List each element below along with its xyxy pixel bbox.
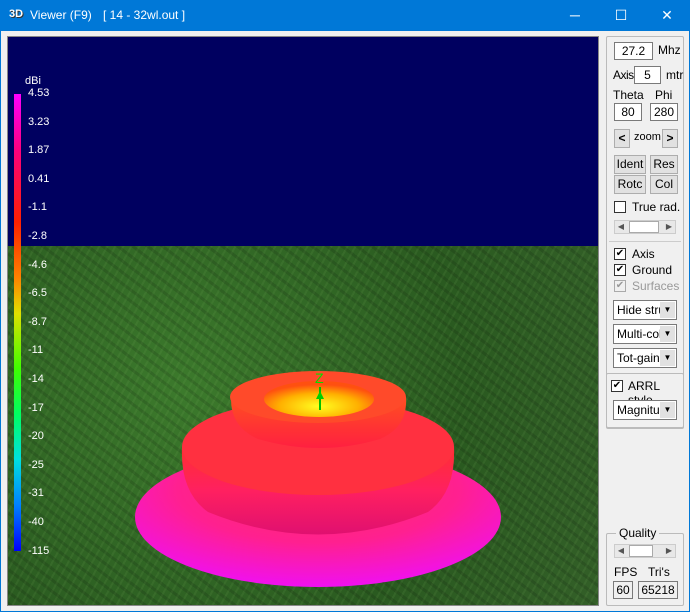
zoom-out-button[interactable]: < bbox=[614, 129, 630, 148]
axis-length-label: Axis bbox=[613, 68, 634, 82]
res-button[interactable]: Res bbox=[650, 155, 678, 174]
tris-value: 65218 bbox=[638, 581, 678, 599]
true-rad-checkbox[interactable] bbox=[614, 201, 626, 213]
title-bar: 3D Viewer (F9) [ 14 - 32wl.out ] ─ ☐ ✕ bbox=[0, 0, 690, 31]
scroll-right-icon[interactable]: ▶ bbox=[663, 221, 675, 233]
dropdown-arrow-icon: ▼ bbox=[660, 326, 675, 342]
surfaces-checkbox: ✔ bbox=[614, 280, 626, 292]
col-button[interactable]: Col bbox=[650, 175, 678, 194]
maximize-button[interactable]: ☐ bbox=[598, 0, 644, 31]
theta-label: Theta bbox=[613, 88, 644, 102]
theta-input[interactable]: 80 bbox=[614, 103, 642, 121]
tris-label: Tri's bbox=[648, 565, 670, 579]
rotc-button[interactable]: Rotc bbox=[614, 175, 646, 194]
dropdown-arrow-icon: ▼ bbox=[660, 402, 675, 418]
ground-checkbox[interactable]: ✔ bbox=[614, 264, 626, 276]
true-rad-label: True rad. bbox=[632, 200, 681, 214]
ground-checkbox-label: Ground bbox=[632, 263, 673, 277]
structure-select[interactable]: Hide struc ▼ bbox=[613, 300, 677, 320]
app-3d-icon: 3D bbox=[9, 8, 24, 20]
slider-thumb[interactable] bbox=[629, 545, 653, 557]
zoom-label: zoom bbox=[634, 131, 661, 143]
file-name: [ 14 - 32wl.out ] bbox=[103, 8, 186, 22]
quality-slider[interactable]: ◀ ▶ bbox=[614, 544, 676, 558]
surfaces-checkbox-label: Surfaces bbox=[632, 279, 680, 293]
axis-length-input[interactable]: 5 bbox=[634, 66, 661, 84]
divider bbox=[609, 241, 681, 242]
scroll-left-icon[interactable]: ◀ bbox=[615, 221, 627, 233]
fps-label: FPS bbox=[614, 565, 638, 579]
frequency-input[interactable]: 27.2 bbox=[614, 42, 653, 60]
axis-checkbox[interactable]: ✔ bbox=[614, 248, 626, 260]
control-panel: 27.2 Mhz Axis 5 mtr Theta Phi 80 280 < z… bbox=[606, 36, 684, 606]
scroll-left-icon[interactable]: ◀ bbox=[615, 545, 627, 557]
phi-input[interactable]: 280 bbox=[650, 103, 678, 121]
minimize-button[interactable]: ─ bbox=[552, 0, 598, 31]
zoom-in-button[interactable]: > bbox=[662, 129, 678, 148]
axis-length-unit: mtr bbox=[666, 68, 684, 82]
gain-select-value: Tot-gain bbox=[617, 351, 660, 365]
arrl-style-checkbox[interactable]: ✔ bbox=[611, 380, 623, 392]
gain-select[interactable]: Tot-gain ▼ bbox=[613, 348, 677, 368]
window-title: Viewer (F9) bbox=[30, 8, 92, 22]
color-mode-select[interactable]: Multi-colo ▼ bbox=[613, 324, 677, 344]
quality-label: Quality bbox=[616, 526, 660, 540]
ident-button[interactable]: Ident bbox=[614, 155, 646, 174]
fps-value: 60 bbox=[613, 581, 633, 599]
z-axis-label: Z bbox=[315, 370, 324, 386]
phi-label: Phi bbox=[655, 88, 673, 102]
frequency-unit: Mhz bbox=[658, 43, 681, 57]
axis-checkbox-label: Axis bbox=[632, 247, 655, 261]
true-rad-scrollbar[interactable]: ◀ ▶ bbox=[614, 220, 676, 234]
radiation-pattern: Z bbox=[135, 370, 501, 587]
3d-viewport[interactable]: dBi 4.53 3.23 1.87 0.41 -1.1 -2.8 -4.6 -6.5 -8.7… bbox=[7, 36, 599, 606]
magnitude-select-value: Magnitud bbox=[617, 403, 667, 417]
dropdown-arrow-icon: ▼ bbox=[660, 350, 675, 366]
magnitude-select[interactable]: Magnitud ▼ bbox=[613, 400, 677, 420]
scroll-right-icon[interactable]: ▶ bbox=[663, 545, 675, 557]
client-area: dBi 4.53 3.23 1.87 0.41 -1.1 -2.8 -4.6 -6.5 -8.7… bbox=[1, 31, 689, 611]
close-button[interactable]: ✕ bbox=[644, 0, 690, 31]
scroll-thumb[interactable] bbox=[629, 221, 659, 233]
dropdown-arrow-icon: ▼ bbox=[660, 302, 675, 318]
